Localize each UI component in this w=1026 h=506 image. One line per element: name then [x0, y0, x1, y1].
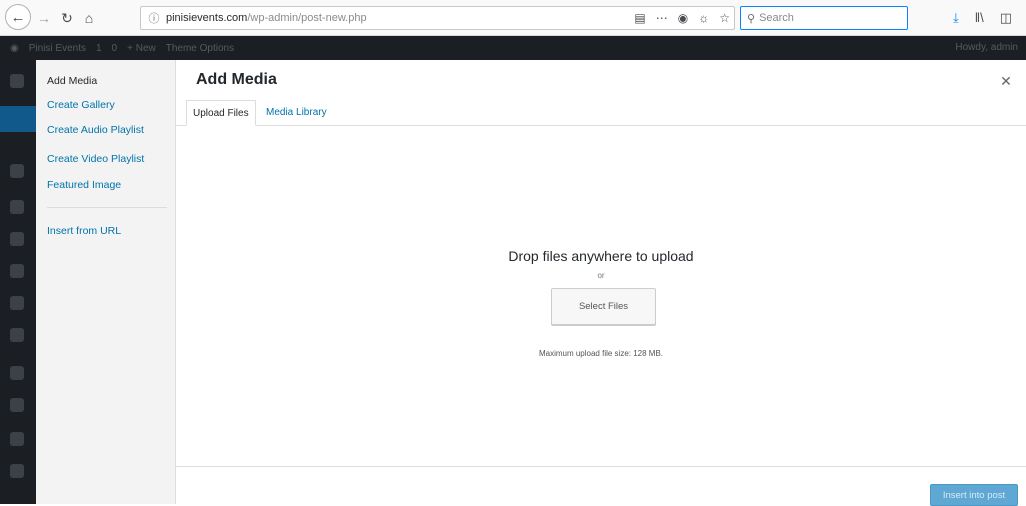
tab-upload-files[interactable]: Upload Files	[186, 100, 256, 126]
pages-icon[interactable]	[10, 200, 24, 214]
admin-bar-howdy[interactable]: Howdy, admin	[955, 42, 1018, 53]
admin-bar-site-name[interactable]: Pinisi Events	[29, 43, 86, 54]
users-icon[interactable]	[10, 366, 24, 380]
forward-arrow-icon[interactable]: →	[33, 7, 55, 29]
menu-create-video-playlist[interactable]: Create Video Playlist	[47, 153, 144, 165]
browser-search-bar[interactable]: ⚲	[740, 6, 908, 30]
dashboard-icon[interactable]	[10, 74, 24, 88]
search-icon: ⚲	[747, 12, 756, 25]
add-media-modal: Add Media Create Gallery Create Audio Pl…	[36, 60, 1026, 506]
url-bar[interactable]: ⓘ pinisievents.com/wp-admin/post-new.php…	[140, 6, 735, 30]
collapse-menu-icon[interactable]	[10, 464, 24, 478]
reader-view-icon[interactable]: ▤	[634, 11, 645, 25]
wordpress-logo-icon[interactable]: ◉	[10, 43, 19, 54]
admin-bar-new[interactable]: + New	[127, 43, 156, 54]
menu-insert-from-url[interactable]: Insert from URL	[47, 225, 121, 237]
appearance-icon[interactable]	[10, 296, 24, 310]
admin-bar-comments[interactable]: 0	[112, 43, 118, 54]
media-icon[interactable]	[10, 164, 24, 178]
tools-icon[interactable]	[10, 398, 24, 412]
bookmark-star-icon[interactable]: ☆	[719, 11, 730, 25]
menu-separator	[47, 207, 167, 208]
admin-bar-theme-options[interactable]: Theme Options	[166, 43, 234, 54]
tab-media-library[interactable]: Media Library	[260, 100, 333, 126]
media-frame-menu: Add Media Create Gallery Create Audio Pl…	[36, 60, 176, 504]
reload-icon[interactable]: ↻	[56, 7, 78, 29]
insert-into-post-button[interactable]: Insert into post	[930, 484, 1018, 506]
pocket-icon[interactable]: ◉	[678, 11, 688, 25]
menu-create-gallery[interactable]: Create Gallery	[47, 99, 115, 111]
upload-drop-area[interactable]: Drop files anywhere to upload or Select …	[176, 126, 1026, 466]
page-actions-icon[interactable]: ⋯	[656, 11, 668, 25]
plugins-icon[interactable]	[10, 328, 24, 342]
comments-icon[interactable]	[10, 232, 24, 246]
menu-create-audio-playlist[interactable]: Create Audio Playlist	[47, 124, 144, 136]
extension-icon[interactable]: ☼	[698, 11, 709, 25]
drop-instructions: Drop files anywhere to upload	[508, 248, 694, 264]
info-icon[interactable]: ⓘ	[144, 10, 164, 26]
sidebar-icon[interactable]: ◫	[1000, 10, 1012, 26]
max-upload-size: Maximum upload file size: 128 MB.	[538, 349, 664, 358]
url-domain: pinisievents.com	[166, 12, 248, 24]
modal-title: Add Media	[196, 71, 277, 88]
search-input[interactable]	[759, 12, 900, 24]
close-icon[interactable]: ✕	[998, 73, 1014, 89]
browser-toolbar-right: ⤓ ‖\ ◫	[953, 10, 1012, 26]
back-arrow-icon[interactable]: ←	[5, 4, 31, 30]
library-icon[interactable]: ‖\	[975, 10, 984, 26]
url-path: /wp-admin/post-new.php	[247, 12, 367, 24]
posts-icon[interactable]	[0, 106, 36, 132]
download-icon[interactable]: ⤓	[953, 10, 959, 26]
home-icon[interactable]: ⌂	[78, 7, 100, 29]
feedback-icon[interactable]	[10, 264, 24, 278]
admin-bar-updates[interactable]: 1	[96, 43, 102, 54]
browser-toolbar: ← → ↻ ⌂ ⓘ pinisievents.com/wp-admin/post…	[0, 0, 1026, 36]
settings-icon[interactable]	[10, 432, 24, 446]
select-files-button[interactable]: Select Files	[551, 288, 656, 325]
wp-admin-menu	[0, 60, 36, 504]
wp-admin-bar: ◉ Pinisi Events 1 0 + New Theme Options …	[0, 36, 1026, 60]
or-text: or	[597, 271, 605, 280]
menu-featured-image[interactable]: Featured Image	[47, 179, 121, 191]
modal-toolbar: Insert into post	[176, 466, 1026, 506]
menu-add-media[interactable]: Add Media	[47, 75, 97, 87]
